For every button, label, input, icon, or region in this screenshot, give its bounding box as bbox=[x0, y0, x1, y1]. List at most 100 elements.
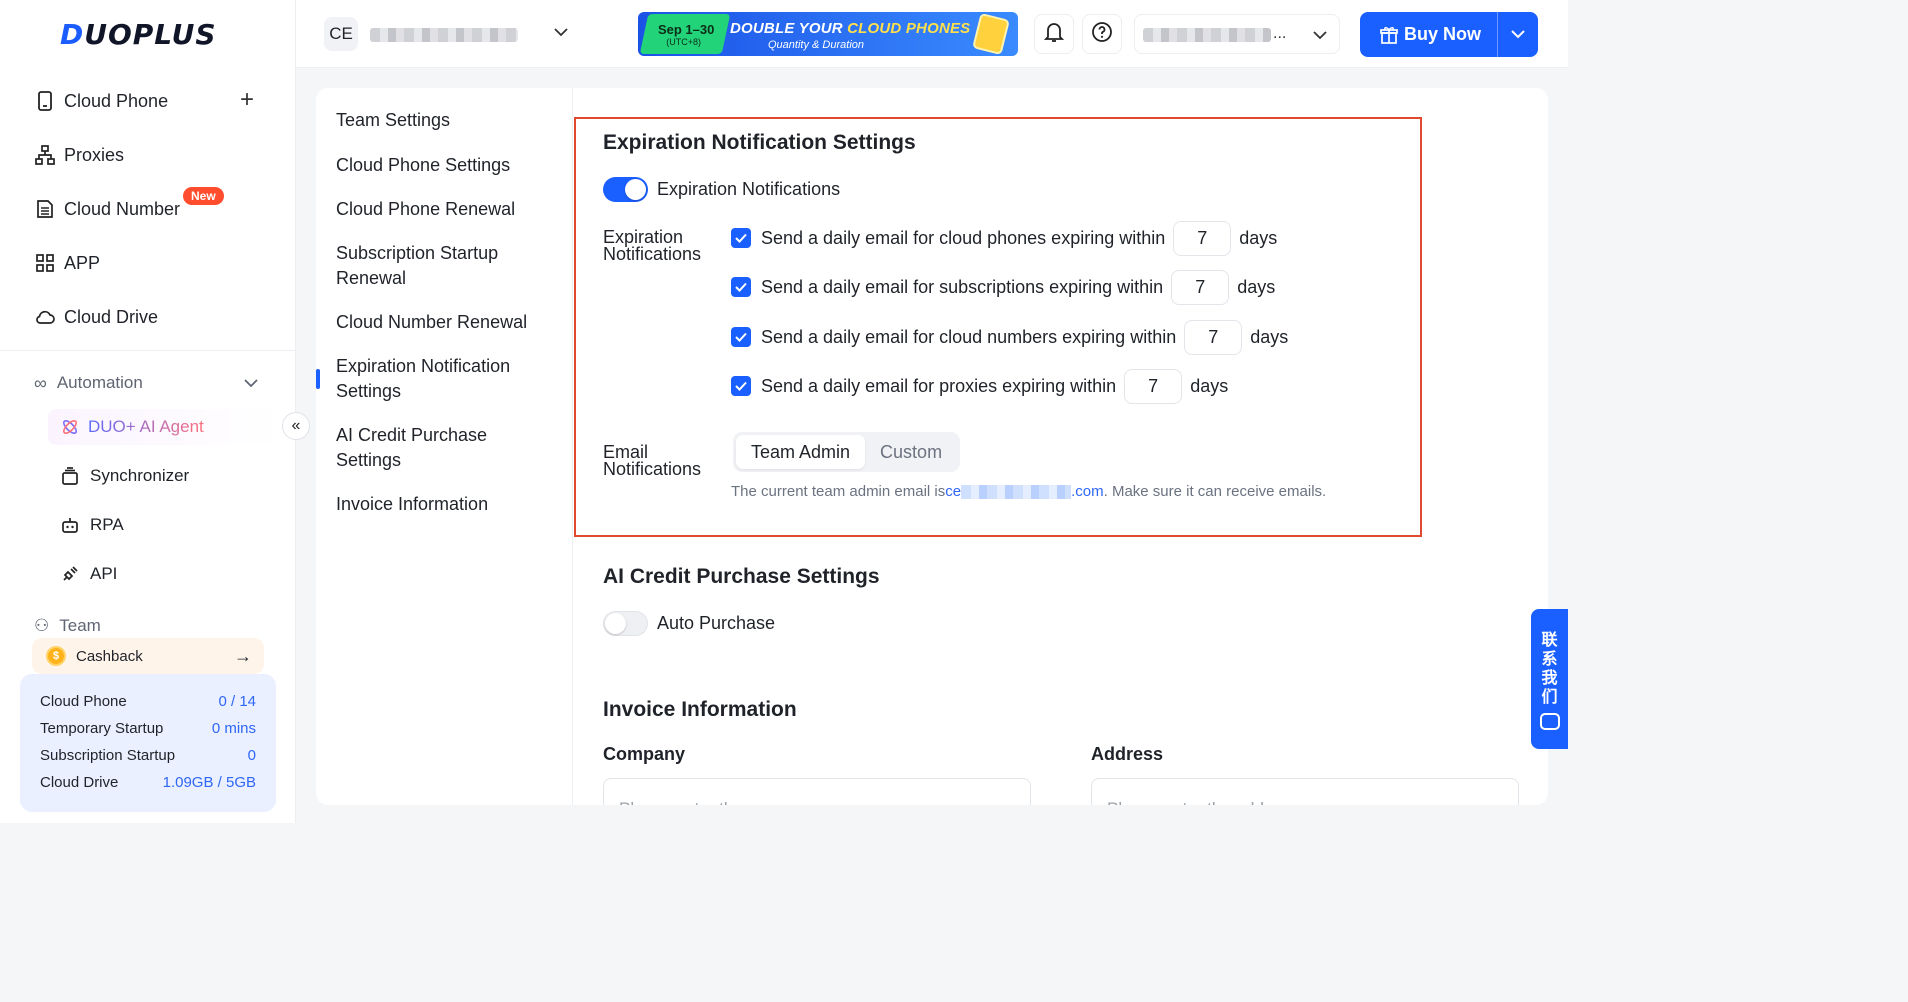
plug-icon bbox=[60, 564, 80, 584]
expiry-row-cloud-phones: Send a daily email for cloud phones expi… bbox=[731, 214, 1277, 262]
contact-char: 联 bbox=[1541, 632, 1558, 649]
usage-row: Temporary Startup 0 mins bbox=[40, 720, 256, 737]
contact-us-button[interactable]: 联 系 我 们 bbox=[1531, 609, 1568, 749]
buy-now-button[interactable]: Buy Now bbox=[1360, 12, 1538, 57]
address-label: Address bbox=[1091, 744, 1164, 764]
days-unit: days bbox=[1237, 276, 1276, 297]
contact-char: 们 bbox=[1541, 689, 1558, 706]
email-notifications-label: Email Notifications bbox=[603, 442, 702, 479]
contact-char: 我 bbox=[1541, 670, 1558, 687]
sidebar-item-proxies[interactable]: Proxies bbox=[34, 139, 124, 171]
days-unit: days bbox=[1239, 227, 1278, 248]
gift-icon bbox=[1380, 26, 1398, 44]
sidebar-item-rpa[interactable]: RPA bbox=[60, 510, 124, 540]
days-input[interactable]: 7 bbox=[1171, 269, 1230, 305]
days-input[interactable]: 7 bbox=[1184, 319, 1243, 355]
sidebar-item-synchronizer[interactable]: Synchronizer bbox=[60, 461, 189, 491]
settings-nav-invoice-information[interactable]: Invoice Information bbox=[336, 492, 556, 517]
workspace-avatar[interactable]: CE bbox=[324, 17, 358, 51]
infinity-icon: ∞ bbox=[34, 372, 47, 393]
settings-nav-cloud-number-renewal[interactable]: Cloud Number Renewal bbox=[336, 310, 556, 335]
ai-credit-section-title: AI Credit Purchase Settings bbox=[603, 565, 880, 588]
new-badge: New bbox=[183, 187, 224, 205]
ai-agent-icon bbox=[60, 417, 80, 437]
sidebar-item-api[interactable]: API bbox=[60, 559, 117, 589]
settings-nav-subscription-startup-renewal[interactable]: Subscription Startup Renewal bbox=[336, 241, 536, 291]
admin-email-hint: The current team admin email is ce .com. … bbox=[731, 483, 1327, 500]
expiry-row-subscriptions: Send a daily email for subscriptions exp… bbox=[731, 263, 1275, 311]
company-input[interactable] bbox=[603, 778, 1031, 805]
auto-purchase-toggle[interactable] bbox=[603, 611, 648, 636]
promo-subline: Quantity & Duration bbox=[768, 39, 864, 51]
automation-group-title: Automation bbox=[56, 373, 143, 392]
days-input[interactable]: 7 bbox=[1173, 220, 1232, 256]
coin-icon: $ bbox=[46, 646, 66, 666]
usage-row: Subscription Startup 0 bbox=[40, 747, 256, 764]
sidebar-item-cloud-number[interactable]: Cloud Number bbox=[34, 193, 180, 225]
buy-now-label: Buy Now bbox=[1404, 24, 1482, 44]
synchronizer-icon bbox=[60, 466, 80, 486]
sidebar-item-app[interactable]: APP bbox=[34, 247, 100, 279]
days-unit: days bbox=[1190, 375, 1229, 396]
collapse-sidebar-button[interactable]: « bbox=[282, 412, 310, 440]
expiration-notifications-toggle[interactable] bbox=[603, 177, 648, 202]
team-group-title[interactable]: ⚇ Team bbox=[34, 616, 101, 632]
settings-nav-ai-credit-purchase-settings[interactable]: AI Credit Purchase Settings bbox=[336, 423, 516, 473]
automation-group-toggle[interactable]: ∞ Automation bbox=[34, 369, 143, 397]
sim-card-icon bbox=[34, 198, 56, 220]
days-input[interactable]: 7 bbox=[1124, 368, 1183, 404]
sidebar-item-label: Cloud Phone bbox=[64, 90, 169, 111]
address-input[interactable] bbox=[1091, 778, 1519, 805]
contact-char: 系 bbox=[1541, 651, 1558, 668]
notifications-button[interactable] bbox=[1034, 14, 1074, 54]
top-bar: CE Sep 1–30 (UTC+8) DOUBLE YOUR CLOUD PH… bbox=[296, 0, 1568, 68]
sidebar-item-ai-agent[interactable]: DUO+ AI Agent bbox=[48, 409, 280, 445]
active-indicator bbox=[316, 369, 320, 389]
workspace-chevron-down-icon[interactable] bbox=[554, 24, 568, 40]
sidebar-item-label: Cloud Drive bbox=[64, 306, 159, 327]
segment-custom[interactable]: Custom bbox=[865, 435, 957, 469]
checkbox-checked-icon[interactable] bbox=[731, 277, 751, 297]
sidebar-item-cloud-drive[interactable]: Cloud Drive bbox=[34, 301, 158, 333]
checkbox-checked-icon[interactable] bbox=[731, 327, 751, 347]
usage-row: Cloud Phone 0 / 14 bbox=[40, 693, 256, 710]
sidebar-item-label: RPA bbox=[90, 515, 124, 534]
settings-panel: Team Settings Cloud Phone Settings Cloud… bbox=[316, 88, 1548, 805]
checkbox-checked-icon[interactable] bbox=[731, 228, 751, 248]
cloud-icon bbox=[34, 306, 56, 328]
sidebar-item-label: Proxies bbox=[64, 144, 125, 165]
expiry-row-cloud-numbers: Send a daily email for cloud numbers exp… bbox=[731, 313, 1288, 361]
expiry-row-proxies: Send a daily email for proxies expiring … bbox=[731, 362, 1228, 410]
settings-nav-expiration-notification-settings[interactable]: Expiration Notification Settings bbox=[336, 354, 536, 404]
buy-options-chevron-down-icon[interactable] bbox=[1498, 30, 1538, 39]
help-icon bbox=[1091, 21, 1113, 48]
settings-nav: Team Settings Cloud Phone Settings Cloud… bbox=[316, 88, 573, 805]
add-cloud-phone-button[interactable]: + bbox=[240, 88, 254, 112]
network-icon bbox=[34, 144, 56, 166]
duoplus-logo[interactable]: DUOPLUS bbox=[60, 18, 217, 51]
sidebar-item-cloud-phone[interactable]: Cloud Phone bbox=[34, 85, 168, 117]
segment-team-admin[interactable]: Team Admin bbox=[736, 435, 866, 469]
promo-headline: DOUBLE YOUR CLOUD PHONES bbox=[730, 20, 971, 37]
expiry-row-text: Send a daily email for subscriptions exp… bbox=[761, 276, 1164, 297]
sidebar-item-label: Synchronizer bbox=[90, 466, 190, 485]
phone-icon bbox=[34, 90, 56, 112]
settings-nav-cloud-phone-renewal[interactable]: Cloud Phone Renewal bbox=[336, 197, 556, 222]
chevron-down-icon[interactable] bbox=[244, 375, 258, 393]
expiry-row-text: Send a daily email for cloud numbers exp… bbox=[761, 326, 1177, 347]
promo-banner[interactable]: Sep 1–30 (UTC+8) DOUBLE YOUR CLOUD PHONE… bbox=[638, 12, 1018, 56]
workspace-name-redacted[interactable] bbox=[370, 28, 518, 42]
help-button[interactable] bbox=[1082, 14, 1122, 54]
expiry-row-text: Send a daily email for cloud phones expi… bbox=[761, 227, 1166, 248]
usage-row: Cloud Drive 1.09GB / 5GB bbox=[40, 774, 256, 791]
expiration-section-title: Expiration Notification Settings bbox=[603, 131, 916, 154]
account-menu[interactable]: ... bbox=[1134, 14, 1340, 54]
sidebar-item-label: APP bbox=[64, 252, 101, 273]
cashback-banner[interactable]: $ Cashback → bbox=[32, 638, 264, 674]
settings-nav-team-settings[interactable]: Team Settings bbox=[336, 108, 556, 133]
company-label: Company bbox=[603, 744, 686, 764]
settings-nav-cloud-phone-settings[interactable]: Cloud Phone Settings bbox=[336, 153, 556, 178]
grid-icon bbox=[34, 252, 56, 274]
checkbox-checked-icon[interactable] bbox=[731, 376, 751, 396]
sidebar-item-label: Cloud Number bbox=[64, 198, 181, 219]
